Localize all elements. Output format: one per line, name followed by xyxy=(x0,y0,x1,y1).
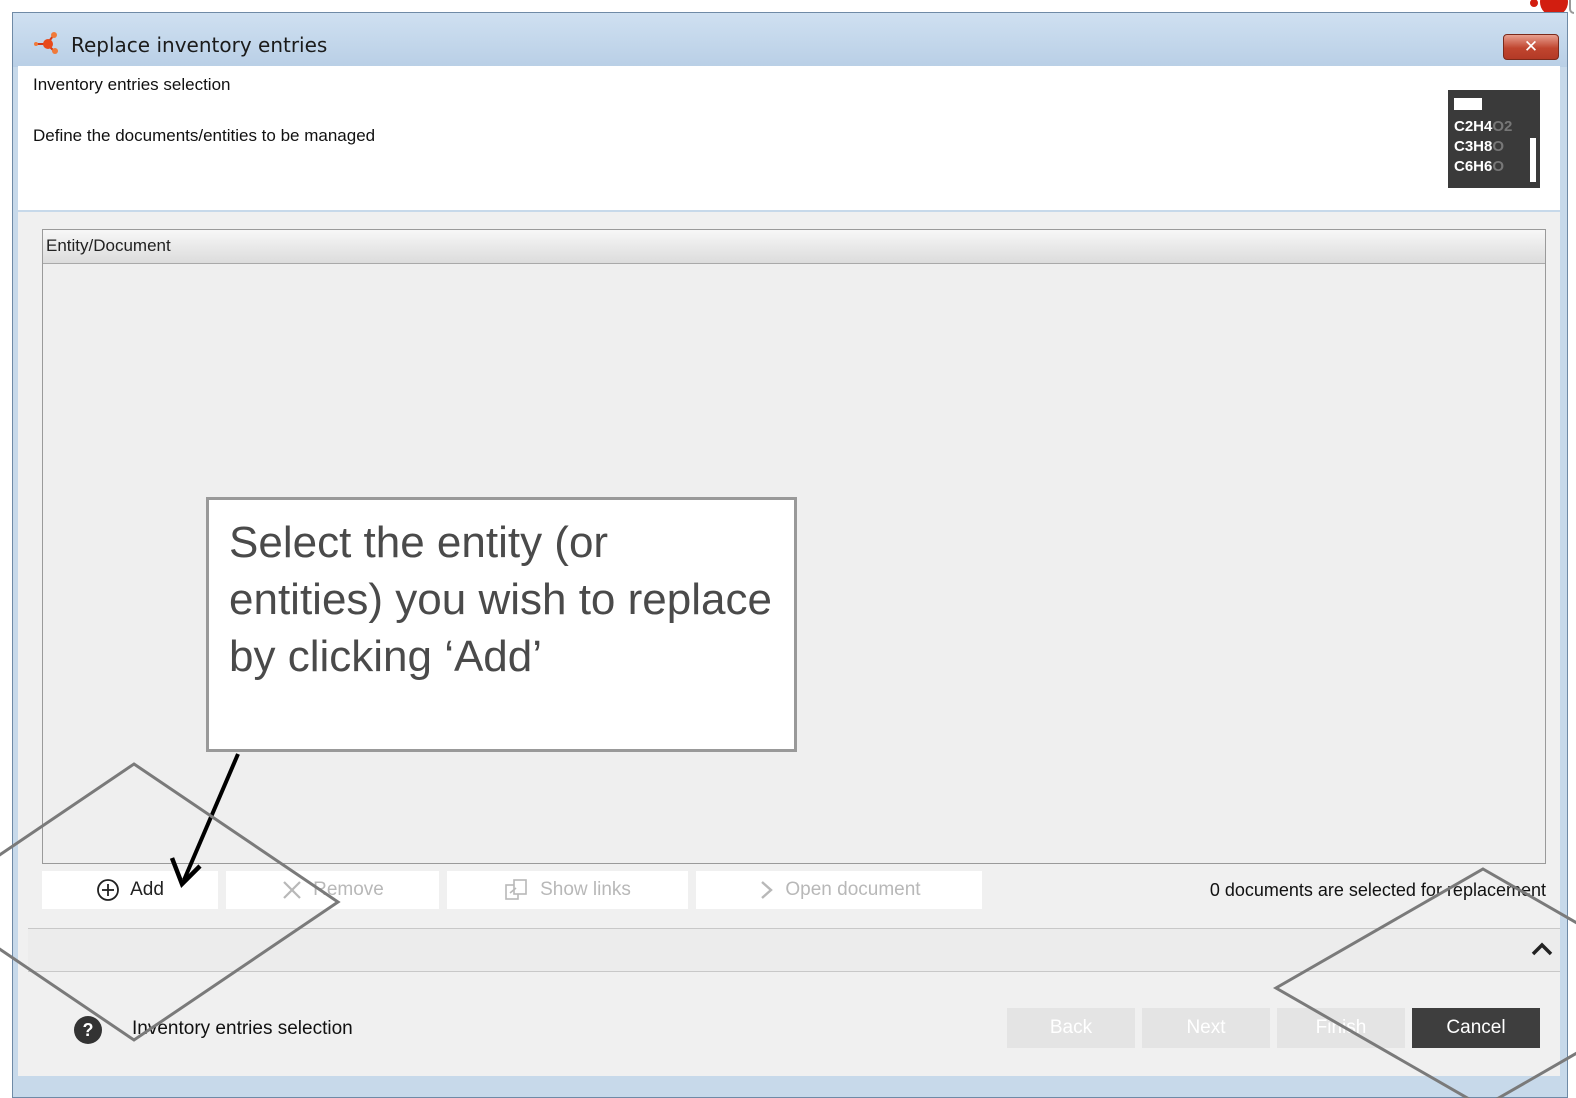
show-links-button[interactable]: Show links xyxy=(447,871,688,909)
chevron-up-icon[interactable] xyxy=(1528,935,1556,963)
close-icon: ✕ xyxy=(1523,37,1539,56)
molecule-icon xyxy=(34,32,58,54)
remove-button-label: Remove xyxy=(313,879,384,900)
close-button[interactable]: ✕ xyxy=(1503,34,1559,60)
wizard-header: Inventory entries selection Define the d… xyxy=(18,66,1560,210)
header-description: Define the documents/entities to be mana… xyxy=(33,126,376,145)
close-x-icon xyxy=(281,879,303,901)
back-button[interactable]: Back xyxy=(1007,1008,1135,1048)
open-document-button-label: Open document xyxy=(785,879,921,900)
show-links-button-label: Show links xyxy=(540,879,631,900)
cancel-button[interactable]: Cancel xyxy=(1412,1008,1540,1048)
finish-button[interactable]: Finish xyxy=(1277,1008,1405,1048)
window-title: Replace inventory entries xyxy=(71,33,328,57)
chevron-right-icon xyxy=(757,879,775,901)
header-title: Inventory entries selection xyxy=(33,75,231,94)
logo-line-3: C6H6O xyxy=(1454,158,1505,175)
details-collapse-bar[interactable] xyxy=(28,928,1560,972)
add-button[interactable]: Add xyxy=(42,871,218,909)
logo-line-1: C2H4O2 xyxy=(1454,118,1513,135)
selection-count-text: 0 documents are selected for replacement xyxy=(1209,880,1546,900)
title-bar: Replace inventory entries ✕ xyxy=(13,13,1567,67)
remove-button[interactable]: Remove xyxy=(226,871,439,909)
column-header-entity-document[interactable]: Entity/Document xyxy=(43,230,1545,264)
logo-bar xyxy=(1454,98,1482,110)
current-step-label: Inventory entries selection xyxy=(132,1018,353,1039)
add-button-label: Add xyxy=(130,879,164,900)
logo-line-2: C3H8O xyxy=(1454,138,1505,155)
help-icon[interactable]: ? xyxy=(74,1016,102,1044)
instruction-callout: Select the entity (or entities) you wish… xyxy=(206,497,797,752)
next-button[interactable]: Next xyxy=(1142,1008,1270,1048)
links-icon xyxy=(504,877,530,903)
plus-circle-icon xyxy=(96,878,120,902)
open-document-button[interactable]: Open document xyxy=(696,871,982,909)
logo-strip xyxy=(1530,138,1536,182)
chemical-formulas-logo: C2H4O2 C3H8O C6H6O xyxy=(1448,90,1540,188)
